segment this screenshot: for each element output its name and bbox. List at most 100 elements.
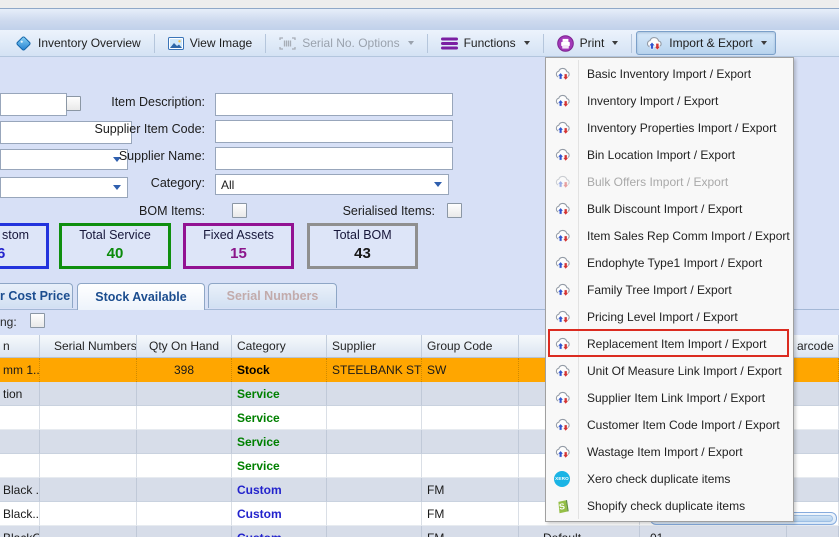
table-cell[interactable]: FM xyxy=(422,478,519,502)
column-header[interactable]: Serial Numbers xyxy=(40,335,137,357)
menu-item[interactable]: Item Sales Rep Comm Import / Export xyxy=(546,222,793,249)
table-cell[interactable] xyxy=(40,406,137,430)
cutoff-checkbox[interactable] xyxy=(66,96,81,111)
table-cell[interactable] xyxy=(327,478,422,502)
tab-cost-price[interactable]: r Cost Price xyxy=(0,283,73,308)
supplier-name-input[interactable] xyxy=(215,147,453,170)
table-cell[interactable] xyxy=(40,382,137,406)
menu-item[interactable]: Unit Of Measure Link Import / Export xyxy=(546,357,793,384)
column-header[interactable]: Supplier xyxy=(327,335,422,357)
table-cell[interactable] xyxy=(40,454,137,478)
table-cell[interactable] xyxy=(40,358,137,382)
table-cell[interactable] xyxy=(327,526,422,537)
menu-item[interactable]: Bin Location Import / Export xyxy=(546,141,793,168)
table-cell[interactable] xyxy=(787,382,839,406)
table-cell[interactable] xyxy=(137,478,232,502)
table-cell[interactable] xyxy=(422,454,519,478)
supplier-item-code-input[interactable] xyxy=(215,120,453,143)
menu-item[interactable]: Pricing Level Import / Export xyxy=(546,303,793,330)
table-cell[interactable]: Black... xyxy=(0,502,40,526)
table-cell[interactable] xyxy=(327,430,422,454)
menu-item[interactable]: Wastage Item Import / Export xyxy=(546,438,793,465)
menu-item[interactable]: Bulk Discount Import / Export xyxy=(546,195,793,222)
menu-item[interactable]: S Shopify check duplicate items xyxy=(546,492,793,519)
print-button[interactable]: Print xyxy=(548,31,628,56)
item-description-input[interactable] xyxy=(215,93,453,116)
table-cell[interactable]: Custom xyxy=(232,526,327,537)
cutoff-field-1[interactable] xyxy=(0,93,67,116)
menu-item[interactable]: Inventory Properties Import / Export xyxy=(546,114,793,141)
table-cell[interactable]: Custom xyxy=(232,478,327,502)
menu-item[interactable]: Family Tree Import / Export xyxy=(546,276,793,303)
table-cell[interactable] xyxy=(422,430,519,454)
table-cell[interactable]: mm 1... xyxy=(0,358,40,382)
column-header[interactable]: Qty On Hand xyxy=(137,335,232,357)
menu-item[interactable]: XERO Xero check duplicate items xyxy=(546,465,793,492)
table-cell[interactable]: Service xyxy=(232,454,327,478)
table-cell[interactable] xyxy=(40,430,137,454)
table-cell[interactable] xyxy=(787,526,839,537)
table-cell[interactable] xyxy=(0,430,40,454)
table-cell[interactable]: Service xyxy=(232,406,327,430)
table-cell[interactable] xyxy=(0,454,40,478)
table-cell[interactable] xyxy=(327,382,422,406)
table-cell[interactable] xyxy=(327,406,422,430)
table-cell[interactable]: Custom xyxy=(232,502,327,526)
table-cell[interactable] xyxy=(787,430,839,454)
table-cell[interactable] xyxy=(137,406,232,430)
table-cell[interactable] xyxy=(787,406,839,430)
menu-item[interactable]: Replacement Item Import / Export xyxy=(546,329,793,357)
table-cell[interactable] xyxy=(137,430,232,454)
table-cell[interactable] xyxy=(422,382,519,406)
table-cell[interactable]: FM xyxy=(422,526,519,537)
table-cell[interactable] xyxy=(137,454,232,478)
table-cell[interactable]: STEELBANK ST... xyxy=(327,358,422,382)
column-header[interactable]: Category xyxy=(232,335,327,357)
table-cell[interactable]: Black ... xyxy=(0,478,40,502)
table-cell[interactable] xyxy=(40,502,137,526)
tab-stock-available[interactable]: Stock Available xyxy=(77,283,205,310)
column-header[interactable]: n xyxy=(0,335,40,357)
serialised-items-checkbox[interactable] xyxy=(447,203,462,218)
view-image-button[interactable]: View Image xyxy=(159,32,261,54)
table-cell[interactable]: BlackG xyxy=(0,526,40,537)
import-export-button[interactable]: Import & Export xyxy=(636,31,776,55)
table-cell[interactable] xyxy=(327,454,422,478)
table-cell[interactable] xyxy=(137,526,232,537)
table-cell[interactable]: tion xyxy=(0,382,40,406)
table-cell[interactable]: FM xyxy=(422,502,519,526)
table-cell[interactable]: 01 xyxy=(640,526,787,537)
column-header[interactable]: Group Code xyxy=(422,335,519,357)
table-row[interactable]: BlackG Custom FMDefault01 xyxy=(0,526,839,537)
table-cell[interactable] xyxy=(787,454,839,478)
table-cell[interactable] xyxy=(787,478,839,502)
table-cell[interactable]: 398 xyxy=(137,358,232,382)
table-cell[interactable]: Service xyxy=(232,430,327,454)
table-cell[interactable] xyxy=(137,502,232,526)
bom-items-checkbox[interactable] xyxy=(232,203,247,218)
menu-item[interactable]: Customer Item Code Import / Export xyxy=(546,411,793,438)
menu-item[interactable]: Endophyte Type1 Import / Export xyxy=(546,249,793,276)
table-cell[interactable] xyxy=(422,406,519,430)
menu-item[interactable]: Basic Inventory Import / Export xyxy=(546,60,793,87)
table-cell[interactable] xyxy=(327,502,422,526)
import-export-menu: Basic Inventory Import / Export Inventory… xyxy=(545,57,794,522)
inventory-overview-button[interactable]: Inventory Overview xyxy=(6,31,150,56)
menu-item[interactable]: Inventory Import / Export xyxy=(546,87,793,114)
table-cell[interactable]: Stock xyxy=(232,358,327,382)
tab-label: r Cost Price xyxy=(0,289,71,303)
table-cell[interactable] xyxy=(787,358,839,382)
menu-item[interactable]: Supplier Item Link Import / Export xyxy=(546,384,793,411)
summary-label: Total Service xyxy=(79,228,151,243)
table-cell[interactable] xyxy=(40,478,137,502)
table-cell[interactable]: SW xyxy=(422,358,519,382)
table-cell[interactable]: Default xyxy=(519,526,640,537)
category-select[interactable]: All xyxy=(215,174,449,195)
table-cell[interactable] xyxy=(40,526,137,537)
subfilter-checkbox[interactable] xyxy=(30,313,45,328)
column-header[interactable]: arcode xyxy=(787,335,839,357)
table-cell[interactable] xyxy=(137,382,232,406)
table-cell[interactable] xyxy=(0,406,40,430)
table-cell[interactable]: Service xyxy=(232,382,327,406)
functions-button[interactable]: Functions xyxy=(432,32,539,54)
